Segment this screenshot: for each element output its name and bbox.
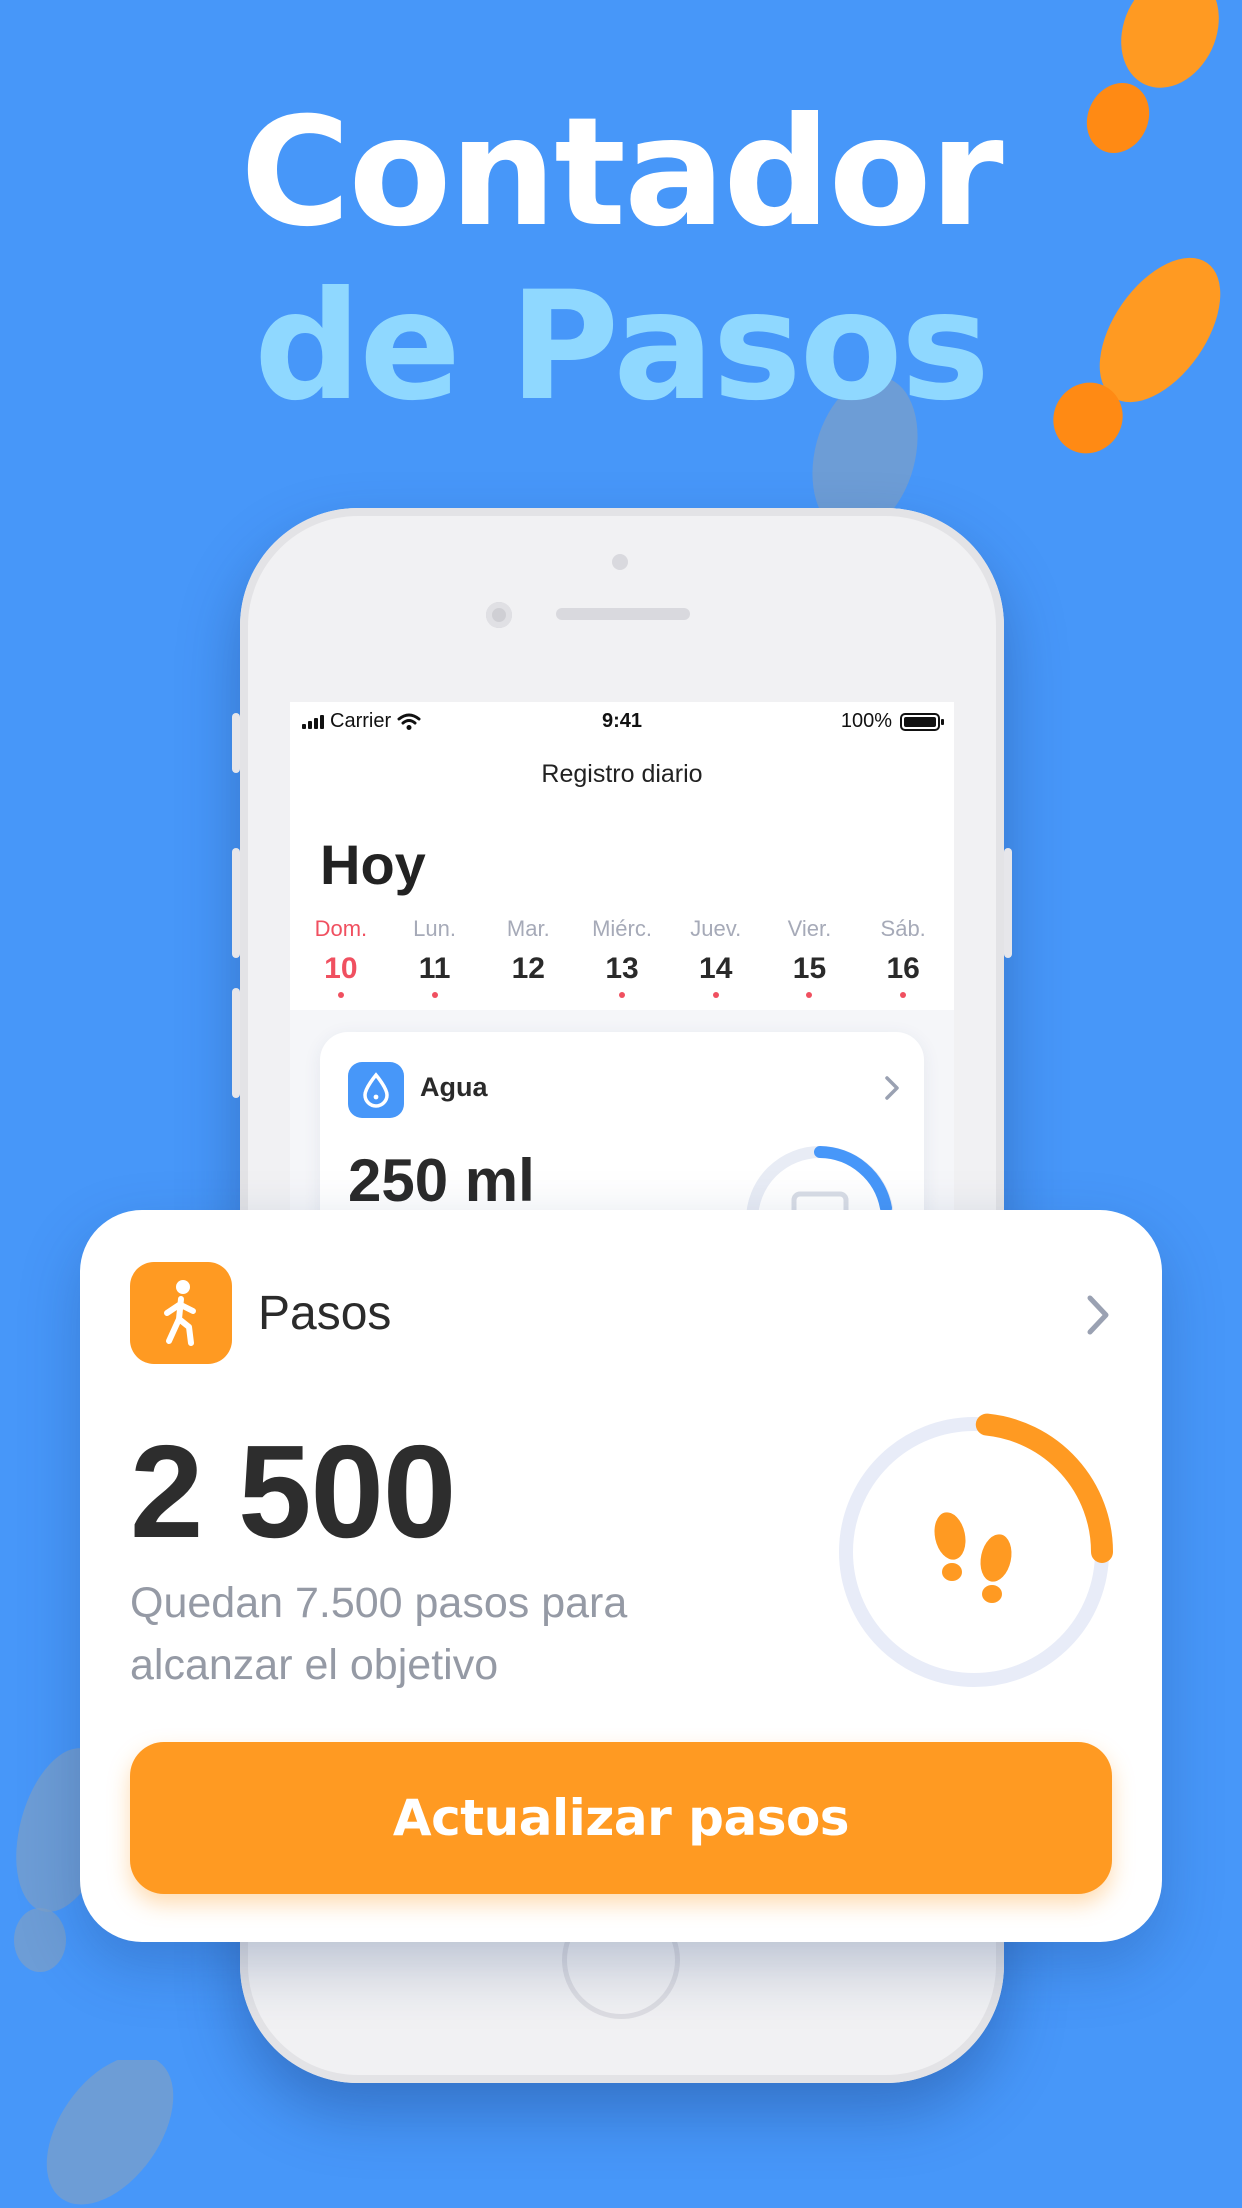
update-steps-button[interactable]: Actualizar pasos (130, 1742, 1112, 1894)
steps-remaining-text: Quedan 7.500 pasos para alcanzar el obje… (130, 1572, 690, 1696)
steps-progress-ring (839, 1413, 1113, 1687)
week-day-selector: Dom. 10 Lun. 11 Mar. 12 Miérc. 13 Juev. (290, 916, 954, 998)
day-item-thursday[interactable]: Juev. 14 (669, 916, 763, 998)
phone-side-button (232, 848, 240, 958)
day-number: 15 (792, 952, 827, 985)
day-indicator-dot (900, 992, 907, 998)
phone-camera (486, 602, 512, 628)
day-indicator-dot (337, 992, 344, 998)
day-number: 16 (886, 952, 920, 985)
battery-percent: 100% (840, 710, 892, 732)
steps-remaining-line-2: alcanzar el objetivo (130, 1641, 499, 1689)
footprint-shadow-icon (46, 2060, 174, 2205)
water-drop-icon (348, 1062, 404, 1118)
day-indicator-dot (712, 992, 719, 998)
walking-person-icon (130, 1262, 232, 1364)
day-item-monday[interactable]: Lun. 11 (388, 916, 482, 998)
day-name: Lun. (413, 916, 456, 941)
day-name: Vier. (787, 916, 832, 941)
headline-line-2: de Pasos (253, 260, 990, 434)
water-label: Agua (420, 1072, 488, 1102)
phone-sensor (612, 554, 628, 570)
headline-line-1: Contador (240, 86, 1003, 260)
day-name: Dom. (314, 916, 368, 941)
day-number: 11 (418, 952, 451, 985)
footprints-icon (934, 1512, 1012, 1603)
phone-side-button (232, 713, 240, 773)
battery-icon (900, 712, 944, 731)
day-item-saturday[interactable]: Sáb. 16 (856, 916, 950, 998)
phone-side-button (1004, 848, 1012, 958)
day-number: 12 (511, 952, 545, 985)
chevron-right-icon[interactable] (882, 1074, 902, 1102)
day-item-wednesday[interactable]: Miérc. 13 (575, 916, 669, 998)
day-name: Juev. (690, 916, 742, 941)
day-item-friday[interactable]: Vier. 15 (763, 916, 857, 998)
day-name: Mar. (506, 916, 550, 941)
day-number: 13 (605, 952, 639, 985)
nav-title: Registro diario (541, 760, 703, 788)
today-heading: Hoy (320, 833, 426, 896)
day-number: 10 (324, 952, 358, 985)
day-item-sunday[interactable]: Dom. 10 (294, 916, 388, 998)
status-bar: Carrier 9:41 100% (290, 702, 954, 742)
day-name: Sáb. (880, 916, 926, 941)
day-indicator-dot (806, 992, 813, 998)
day-number: 14 (699, 952, 733, 985)
phone-speaker (556, 608, 690, 620)
day-indicator-dot (431, 992, 438, 998)
day-indicator-dot (619, 992, 626, 998)
steps-remaining-line-1: Quedan 7.500 pasos para (130, 1579, 628, 1627)
steps-count: 2 500 (130, 1418, 456, 1565)
chevron-right-icon[interactable] (1082, 1292, 1114, 1338)
day-item-tuesday[interactable]: Mar. 12 (481, 916, 575, 998)
steps-progress-arc (975, 1413, 1113, 1563)
steps-label: Pasos (258, 1287, 392, 1340)
water-value: 250 ml (348, 1147, 535, 1214)
day-name: Miérc. (592, 916, 652, 941)
steps-card[interactable]: Pasos 2 500 Quedan 7.500 pasos para alca… (80, 1210, 1162, 1942)
phone-side-button (232, 988, 240, 1098)
